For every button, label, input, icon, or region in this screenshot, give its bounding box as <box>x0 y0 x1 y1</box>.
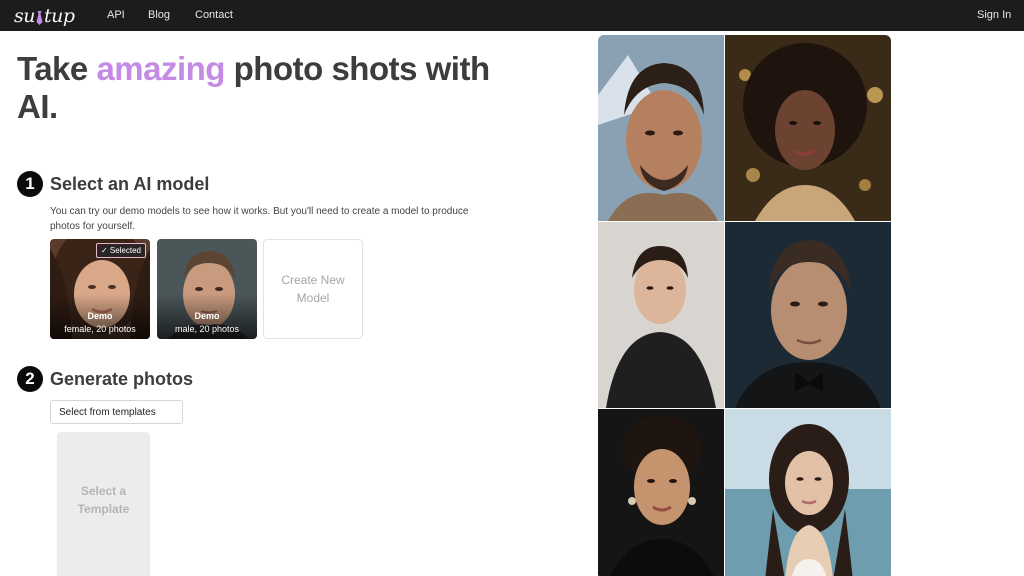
sample-photo-gallery <box>598 35 891 576</box>
tie-icon <box>36 11 43 25</box>
model-card-female-demo[interactable]: ✓ Selected Demo female, 20 photos <box>50 239 150 339</box>
model-meta: male, 20 photos <box>174 324 240 334</box>
model-meta: female, 20 photos <box>64 324 136 334</box>
step-1-number: 1 <box>17 171 43 197</box>
selected-badge: ✓ Selected <box>95 243 146 258</box>
sign-in-link[interactable]: Sign In <box>977 9 1011 21</box>
top-nav: su tup API Blog Contact Sign In <box>0 0 1024 31</box>
gallery-photo-young-man <box>598 222 724 408</box>
gallery-photo-woman-updo <box>598 409 724 576</box>
logo[interactable]: su tup <box>14 5 75 27</box>
nav-link-api[interactable]: API <box>107 9 125 21</box>
gallery-photo-man-mountains <box>598 35 724 221</box>
logo-text-right: tup <box>44 5 75 27</box>
step-1-description: You can try our demo models to see how i… <box>50 206 469 232</box>
step-1-header: 1 Select an AI model <box>17 171 209 197</box>
nav-link-contact[interactable]: Contact <box>195 9 233 21</box>
step-1-title: Select an AI model <box>50 173 210 194</box>
gallery-photo-woman-curls <box>725 35 891 221</box>
model-name: Demo <box>87 311 113 321</box>
model-name: Demo <box>194 311 220 321</box>
title-part-start: Take <box>17 50 97 87</box>
page-title: Take amazing photo shots with AI. <box>17 50 497 126</box>
model-card-male-demo[interactable]: Demo male, 20 photos <box>157 239 257 339</box>
gallery-photo-man-tuxedo <box>725 222 891 408</box>
gallery-photo-woman-beach <box>725 409 891 576</box>
logo-text-left: su <box>14 5 36 27</box>
template-placeholder: Select a Template <box>57 432 150 576</box>
step-2-header: 2 Generate photos <box>17 366 193 392</box>
step-2-title: Generate photos <box>50 368 194 389</box>
select-templates-button[interactable]: Select from templates <box>50 400 183 424</box>
create-new-model-button[interactable]: Create New Model <box>263 239 363 339</box>
step-2-number: 2 <box>17 366 43 392</box>
nav-link-blog[interactable]: Blog <box>148 9 170 21</box>
title-accent: amazing <box>96 50 225 87</box>
